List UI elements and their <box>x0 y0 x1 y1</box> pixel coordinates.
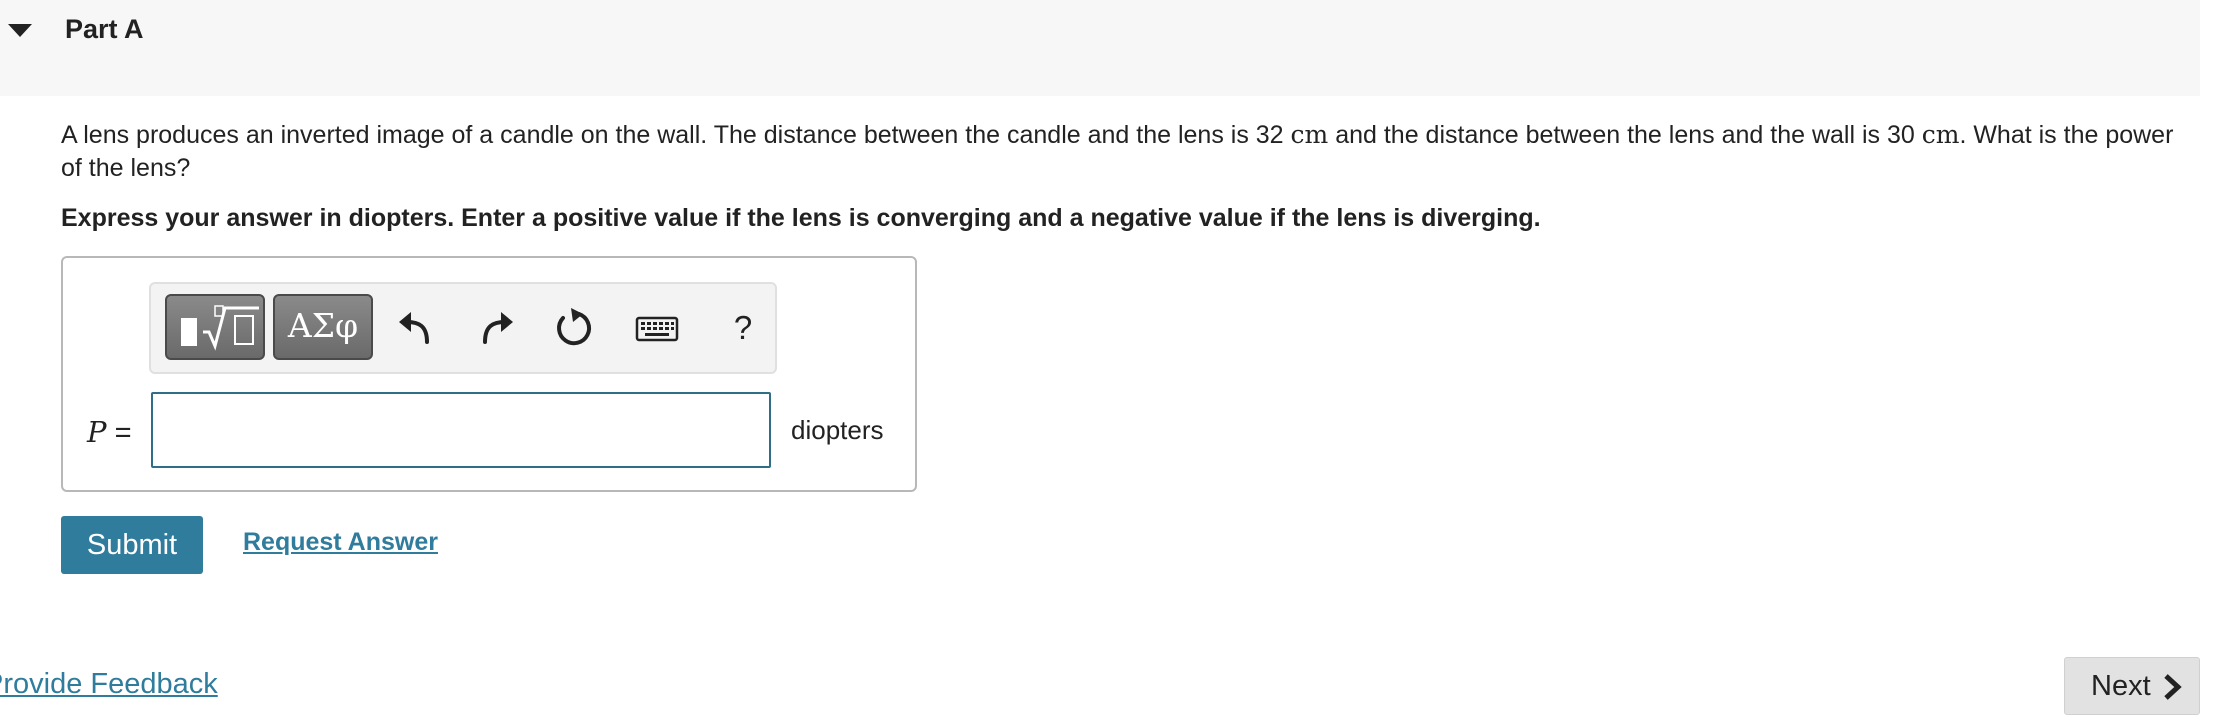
undo-icon <box>399 312 429 344</box>
redo-button[interactable] <box>471 302 519 354</box>
templates-button[interactable] <box>165 294 265 360</box>
question-text: A lens produces an inverted image of a c… <box>61 118 2181 185</box>
greek-letters-button[interactable]: ΑΣφ <box>273 294 373 360</box>
reset-icon <box>557 308 592 346</box>
keyboard-button[interactable] <box>633 302 681 354</box>
page: Part A A lens produces an inverted image… <box>0 0 2240 718</box>
root-template-icon <box>203 305 259 351</box>
undo-button[interactable] <box>393 302 441 354</box>
chevron-right-icon <box>2164 674 2182 700</box>
next-label: Next <box>2091 670 2151 702</box>
answer-box: ΑΣφ ? P = diopters <box>61 256 917 492</box>
part-title: Part A <box>65 14 144 44</box>
provide-feedback-link[interactable]: Provide Feedback <box>0 668 218 701</box>
question-unit-1: cm <box>1290 120 1329 149</box>
part-header[interactable]: Part A <box>0 0 2200 96</box>
request-answer-link[interactable]: Request Answer <box>243 528 438 557</box>
variable-symbol: P <box>87 415 107 449</box>
math-toolbar: ΑΣφ ? <box>149 282 777 374</box>
collapse-caret-icon[interactable] <box>8 24 32 37</box>
question-text-part-2: and the distance between the lens and th… <box>1328 121 1922 149</box>
help-icon: ? <box>733 309 753 346</box>
question-unit-2: cm <box>1921 120 1960 149</box>
next-button[interactable]: Next <box>2064 657 2200 715</box>
help-button[interactable]: ? <box>719 302 767 354</box>
answer-input[interactable] <box>151 392 771 468</box>
greek-letters-icon: ΑΣφ <box>287 306 359 345</box>
redo-icon <box>483 312 513 344</box>
keyboard-icon <box>635 316 679 342</box>
question-text-part-1: A lens produces an inverted image of a c… <box>61 121 1291 149</box>
variable-label: P = <box>87 415 132 450</box>
reset-button[interactable] <box>549 302 597 354</box>
templates-icon <box>181 318 197 346</box>
submit-button[interactable]: Submit <box>61 516 203 574</box>
equals-sign: = <box>106 417 132 449</box>
answer-instruction: Express your answer in diopters. Enter a… <box>61 204 1541 232</box>
units-label: diopters <box>791 415 884 445</box>
